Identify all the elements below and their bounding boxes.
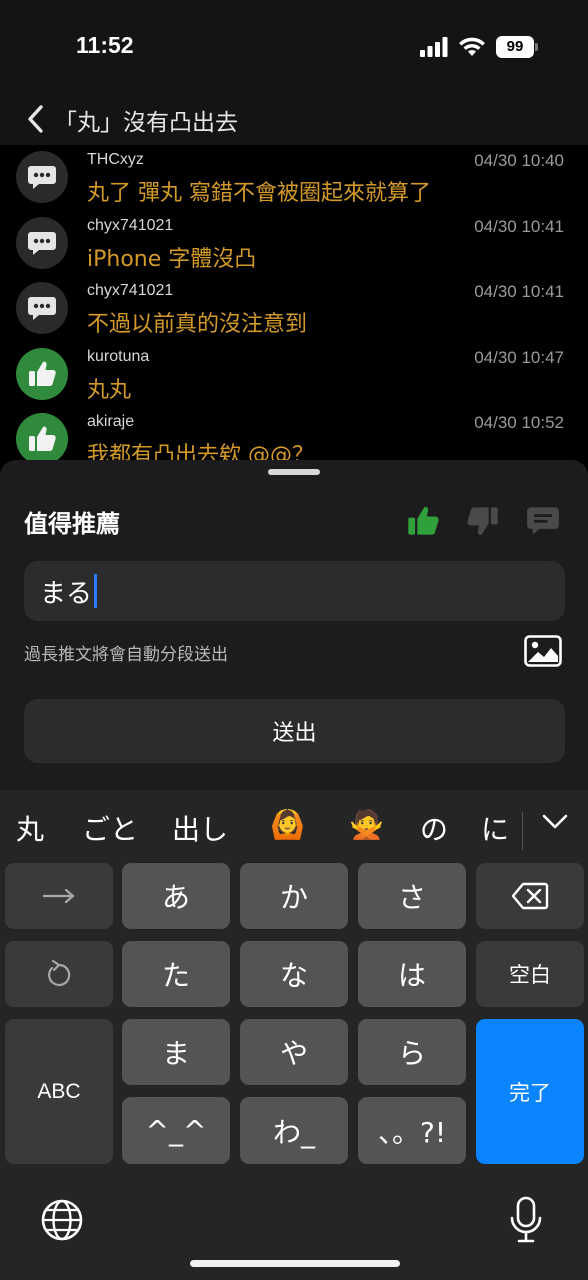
kana-key-wa[interactable]: わ_ xyxy=(240,1097,348,1164)
comment-row: akiraje 04/30 10:52 我都有凸出去欸 @@？ xyxy=(0,407,588,465)
comment-row: chyx741021 04/30 10:41 iPhone 字體沒凸 xyxy=(0,211,588,277)
kana-key-ma[interactable]: ま xyxy=(122,1019,230,1085)
comment-time: 04/30 10:40 xyxy=(474,151,564,170)
candidate-item[interactable]: の xyxy=(420,808,448,848)
candidate-item[interactable]: 出し xyxy=(172,808,228,848)
comment-list[interactable]: THCxyz 04/30 10:40 丸了 彈丸 寫錯不會被圈起來就算了 chy… xyxy=(0,145,588,465)
nav-bar: 「丸」沒有凸出去 xyxy=(0,95,588,145)
kana-key-sa[interactable]: さ xyxy=(358,863,466,929)
thumbs-down-icon[interactable] xyxy=(466,504,500,538)
cellular-signal-icon xyxy=(420,37,448,57)
undo-key[interactable] xyxy=(5,941,113,1007)
comment-avatar xyxy=(16,347,68,400)
status-bar: 11:52 99 xyxy=(0,0,588,95)
comment-author[interactable]: kurotuna xyxy=(87,348,149,366)
clock: 11:52 xyxy=(76,32,134,58)
backspace-icon xyxy=(511,882,549,910)
space-key-label: 空白 xyxy=(509,964,551,987)
japanese-keyboard: 丸 ごと 出し 🙆 🙅 の に あ か さ た な は 空白 ABC ま や ら… xyxy=(0,790,588,1280)
arrow-right-key[interactable] xyxy=(5,863,113,929)
emoticon-key[interactable]: ^_^ xyxy=(122,1097,230,1164)
comment-input[interactable]: まる xyxy=(24,561,565,621)
comment-icon xyxy=(28,297,56,320)
comment-author[interactable]: akiraje xyxy=(87,413,134,431)
comment-time: 04/30 10:41 xyxy=(474,282,564,301)
globe-icon[interactable] xyxy=(40,1198,84,1242)
comment-author[interactable]: chyx741021 xyxy=(87,217,173,235)
comment-text: 不過以前真的沒注意到 xyxy=(87,312,308,337)
candidate-divider xyxy=(522,812,523,850)
chevron-down-icon[interactable] xyxy=(540,810,570,834)
candidate-bar: 丸 ごと 出し 🙆 🙅 の に xyxy=(0,790,588,860)
comment-row: chyx741021 04/30 10:41 不過以前真的沒注意到 xyxy=(0,276,588,342)
auto-split-hint: 過長推文將會自動分段送出 xyxy=(24,645,228,665)
comment-author[interactable]: chyx741021 xyxy=(87,282,173,300)
comment-time: 04/30 10:47 xyxy=(474,347,564,367)
comment-icon xyxy=(28,166,56,189)
punctuation-key[interactable]: 、。?! xyxy=(358,1097,466,1164)
page-title: 「丸」沒有凸出去 xyxy=(54,110,238,136)
wifi-icon xyxy=(459,37,485,56)
battery-tip xyxy=(535,43,538,51)
candidate-item[interactable]: 丸 xyxy=(16,808,44,848)
kana-key-a[interactable]: あ xyxy=(122,863,230,929)
candidate-item[interactable]: 🙅 xyxy=(349,808,384,841)
back-chevron-icon[interactable] xyxy=(22,103,52,135)
vote-type-selector xyxy=(406,504,560,538)
abc-key[interactable]: ABC xyxy=(5,1019,113,1164)
space-key[interactable]: 空白 xyxy=(476,941,584,1007)
composer-sheet: 值得推薦 まる 過長推文將會自動分段送出 送出 xyxy=(0,460,588,790)
kana-key-na[interactable]: な xyxy=(240,941,348,1007)
comment-icon[interactable] xyxy=(526,504,560,538)
comment-avatar xyxy=(16,151,68,203)
comment-avatar xyxy=(16,216,68,269)
undo-icon xyxy=(48,959,71,987)
candidate-item[interactable]: に xyxy=(481,808,509,848)
candidate-item[interactable]: ごと xyxy=(82,808,138,848)
battery-level: 99 xyxy=(496,36,534,58)
comment-author[interactable]: THCxyz xyxy=(87,151,144,169)
abc-key-label: ABC xyxy=(37,1079,81,1103)
battery-indicator: 99 xyxy=(496,36,538,58)
kana-key-ya[interactable]: や xyxy=(240,1019,348,1085)
comment-avatar xyxy=(16,413,68,465)
comment-time: 04/30 10:52 xyxy=(474,413,564,432)
text-caret xyxy=(94,574,98,608)
send-button[interactable]: 送出 xyxy=(24,699,565,763)
done-key-label: 完了 xyxy=(509,1081,551,1105)
microphone-icon[interactable] xyxy=(508,1196,544,1244)
comment-time: 04/30 10:41 xyxy=(474,216,564,236)
comment-icon xyxy=(28,231,56,255)
delete-key[interactable] xyxy=(476,863,584,929)
sheet-grabber[interactable] xyxy=(268,469,320,475)
comment-input-value: まる xyxy=(40,578,93,609)
comment-text: iPhone 字體沒凸 xyxy=(87,246,257,272)
kana-key-ha[interactable]: は xyxy=(358,941,466,1007)
done-key[interactable]: 完了 xyxy=(476,1019,584,1164)
image-icon[interactable] xyxy=(524,635,562,667)
comment-text: 丸丸 xyxy=(87,377,132,403)
kana-key-ta[interactable]: た xyxy=(122,941,230,1007)
kana-key-ka[interactable]: か xyxy=(240,863,348,929)
comment-avatar xyxy=(16,282,68,334)
arrow-right-icon xyxy=(42,888,75,904)
home-indicator[interactable] xyxy=(190,1260,400,1267)
candidate-item[interactable]: 🙆 xyxy=(270,808,305,841)
kana-key-ra[interactable]: ら xyxy=(358,1019,466,1085)
comment-row: THCxyz 04/30 10:40 丸了 彈丸 寫錯不會被圈起來就算了 xyxy=(0,145,588,211)
thumbs-up-icon xyxy=(29,361,56,386)
vote-type-title: 值得推薦 xyxy=(24,510,120,538)
comment-row: kurotuna 04/30 10:47 丸丸 xyxy=(0,342,588,408)
thumbs-up-icon[interactable] xyxy=(406,504,440,538)
status-icons: 99 xyxy=(420,36,538,58)
comment-text: 丸了 彈丸 寫錯不會被圈起來就算了 xyxy=(87,181,431,206)
thumbs-up-icon xyxy=(29,426,56,451)
